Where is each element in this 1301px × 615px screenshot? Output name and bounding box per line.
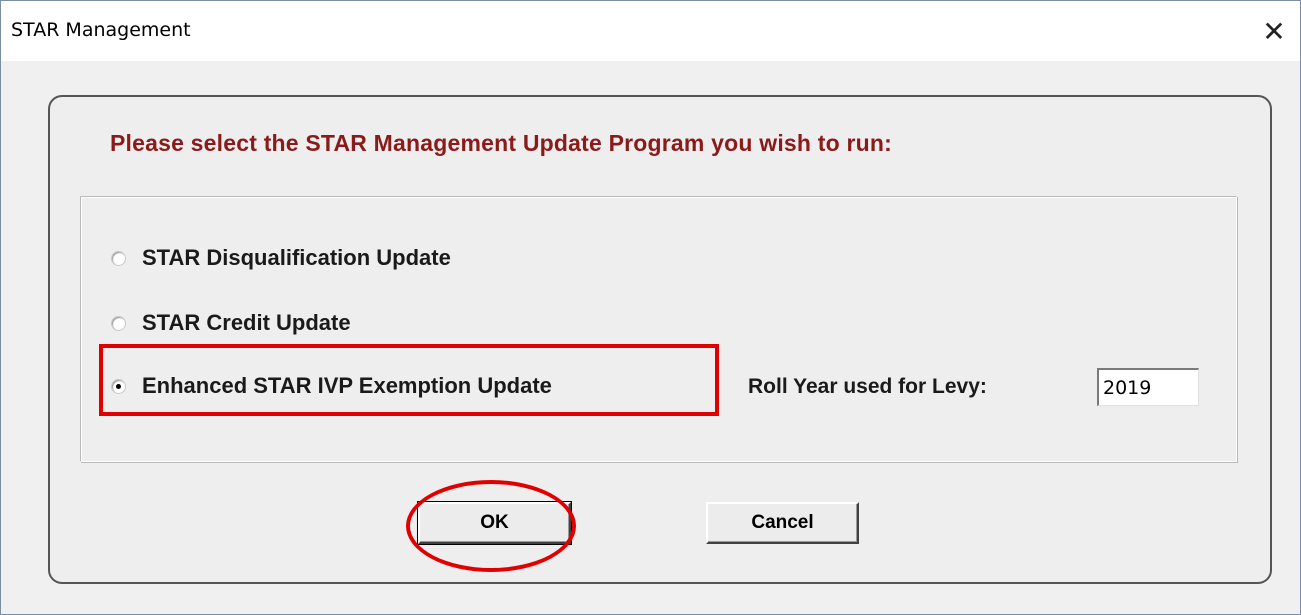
close-icon[interactable]: ✕ bbox=[1256, 13, 1292, 49]
radio-button[interactable] bbox=[111, 315, 126, 331]
annotation-highlight-ellipse bbox=[406, 480, 576, 572]
option-star-disqualification[interactable]: STAR Disqualification Update bbox=[111, 245, 451, 271]
option-label: STAR Credit Update bbox=[142, 310, 351, 335]
roll-year-label: Roll Year used for Levy: bbox=[748, 375, 987, 398]
option-label: STAR Disqualification Update bbox=[142, 245, 451, 270]
window-title: STAR Management bbox=[11, 19, 191, 41]
instruction-text: Please select the STAR Management Update… bbox=[110, 130, 892, 156]
annotation-highlight-rectangle bbox=[99, 344, 719, 416]
title-bar: STAR Management ✕ bbox=[1, 1, 1300, 61]
cancel-button[interactable]: Cancel bbox=[706, 502, 859, 544]
option-star-credit[interactable]: STAR Credit Update bbox=[111, 310, 351, 336]
radio-button[interactable] bbox=[111, 250, 126, 266]
roll-year-input[interactable] bbox=[1097, 368, 1199, 406]
